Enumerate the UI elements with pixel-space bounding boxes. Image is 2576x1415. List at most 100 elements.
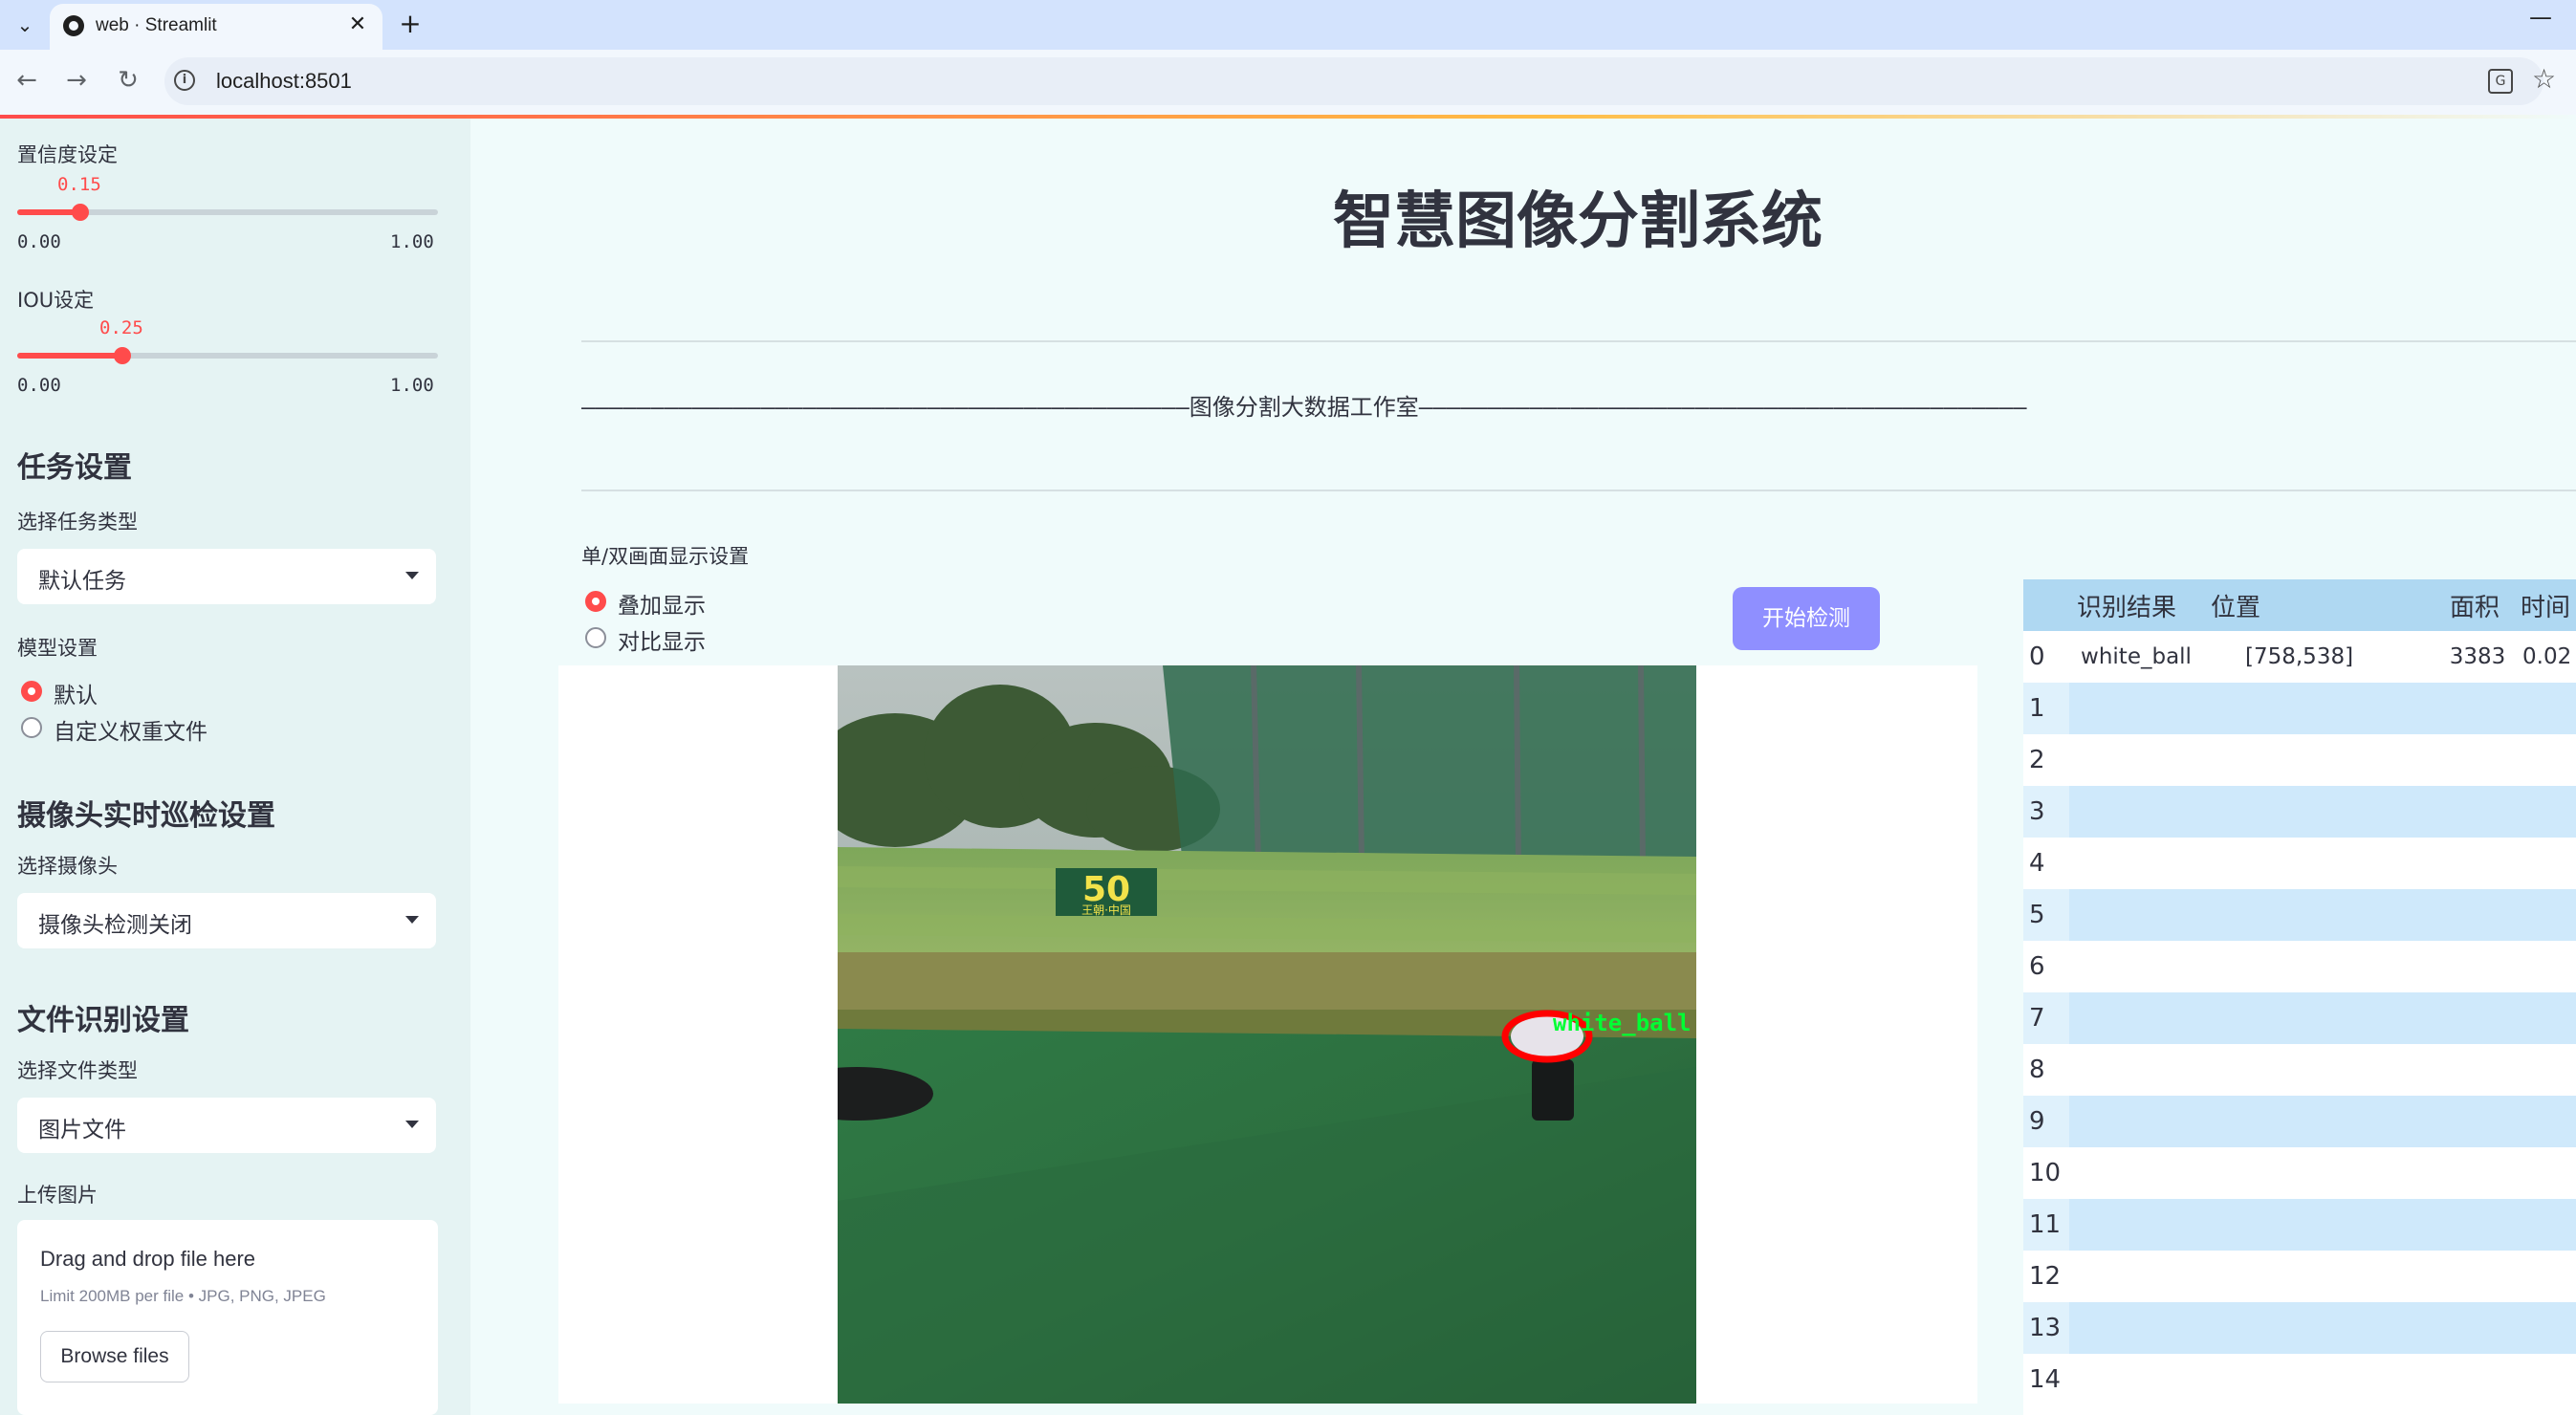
result-area-cell[interactable] <box>2442 941 2513 992</box>
row-index[interactable]: 0 <box>2023 631 2069 683</box>
result-time-cell[interactable] <box>2513 734 2576 786</box>
result-time-cell[interactable] <box>2513 889 2576 941</box>
display-radio-overlay[interactable] <box>585 591 606 612</box>
result-label-cell[interactable] <box>2069 838 2203 889</box>
result-position-cell[interactable] <box>2203 1147 2442 1199</box>
row-index[interactable]: 7 <box>2023 992 2069 1044</box>
result-label-cell[interactable] <box>2069 734 2203 786</box>
result-area-cell[interactable] <box>2442 889 2513 941</box>
result-position-cell[interactable] <box>2203 992 2442 1044</box>
row-index[interactable]: 8 <box>2023 1044 2069 1096</box>
result-area-cell[interactable] <box>2442 786 2513 838</box>
result-area-cell[interactable] <box>2442 1302 2513 1354</box>
column-header[interactable]: 位置 <box>2203 579 2442 631</box>
result-position-cell[interactable] <box>2203 889 2442 941</box>
result-time-cell[interactable] <box>2513 838 2576 889</box>
result-label-cell[interactable] <box>2069 786 2203 838</box>
task-type-select[interactable]: 默认任务 <box>17 549 436 604</box>
table-row[interactable]: 1 <box>2023 683 2576 734</box>
model-radio-custom[interactable] <box>21 717 42 738</box>
result-position-cell[interactable] <box>2203 734 2442 786</box>
result-label-cell[interactable] <box>2069 1199 2203 1251</box>
result-position-cell[interactable] <box>2203 1044 2442 1096</box>
result-area-cell[interactable] <box>2442 992 2513 1044</box>
result-position-cell[interactable] <box>2203 1302 2442 1354</box>
result-position-cell[interactable]: [758,538] <box>2203 631 2442 683</box>
minimize-icon[interactable]: — <box>2524 4 2557 42</box>
result-label-cell[interactable] <box>2069 1302 2203 1354</box>
result-time-cell[interactable] <box>2513 941 2576 992</box>
table-row[interactable]: 7 <box>2023 992 2576 1044</box>
result-area-cell[interactable] <box>2442 734 2513 786</box>
confidence-slider-thumb[interactable] <box>72 204 89 221</box>
result-area-cell[interactable] <box>2442 1251 2513 1302</box>
forward-arrow-icon[interactable]: → <box>57 61 96 99</box>
row-index[interactable]: 12 <box>2023 1251 2069 1302</box>
result-position-cell[interactable] <box>2203 838 2442 889</box>
display-option-compare[interactable]: 对比显示 <box>618 623 706 656</box>
camera-select[interactable]: 摄像头检测关闭 <box>17 893 436 948</box>
row-index[interactable]: 14 <box>2023 1354 2069 1405</box>
table-row[interactable]: 10 <box>2023 1147 2576 1199</box>
result-position-cell[interactable] <box>2203 683 2442 734</box>
reload-icon[interactable]: ↻ <box>109 61 147 99</box>
row-index[interactable]: 13 <box>2023 1302 2069 1354</box>
table-row[interactable]: 14 <box>2023 1354 2576 1405</box>
close-icon[interactable]: ✕ <box>344 11 371 38</box>
table-row[interactable]: 6 <box>2023 941 2576 992</box>
row-index[interactable]: 3 <box>2023 786 2069 838</box>
browse-files-button[interactable]: Browse files <box>40 1331 189 1382</box>
result-position-cell[interactable] <box>2203 786 2442 838</box>
model-radio-default[interactable] <box>21 681 42 702</box>
result-label-cell[interactable] <box>2069 1044 2203 1096</box>
result-label-cell[interactable] <box>2069 992 2203 1044</box>
result-area-cell[interactable] <box>2442 1147 2513 1199</box>
url-text[interactable]: localhost:8501 <box>216 69 352 94</box>
iou-slider-thumb[interactable] <box>114 347 131 364</box>
table-row[interactable]: 4 <box>2023 838 2576 889</box>
file-type-select[interactable]: 图片文件 <box>17 1098 436 1153</box>
model-option-custom[interactable]: 自定义权重文件 <box>54 713 207 746</box>
result-position-cell[interactable] <box>2203 1354 2442 1405</box>
row-index[interactable]: 5 <box>2023 889 2069 941</box>
display-option-overlay[interactable]: 叠加显示 <box>618 587 706 620</box>
model-option-default[interactable]: 默认 <box>54 677 98 709</box>
result-area-cell[interactable] <box>2442 1199 2513 1251</box>
row-index[interactable]: 1 <box>2023 683 2069 734</box>
table-row[interactable]: 9 <box>2023 1096 2576 1147</box>
result-position-cell[interactable] <box>2203 941 2442 992</box>
column-header[interactable]: 时间 <box>2513 579 2576 631</box>
star-icon[interactable]: ☆ <box>2532 63 2556 95</box>
table-row[interactable]: 5 <box>2023 889 2576 941</box>
plus-icon[interactable]: + <box>394 8 426 40</box>
table-row[interactable]: 3 <box>2023 786 2576 838</box>
result-area-cell[interactable] <box>2442 683 2513 734</box>
results-table[interactable]: 识别结果 位置 面积 时间 0 white_ball [758,538] 3383 0.… <box>2023 579 2576 1415</box>
table-row[interactable]: 8 <box>2023 1044 2576 1096</box>
result-area-cell[interactable] <box>2442 1044 2513 1096</box>
result-time-cell[interactable]: 0.02 <box>2513 631 2576 683</box>
result-label-cell[interactable]: white_ball <box>2069 631 2203 683</box>
translate-icon[interactable]: G <box>2488 69 2513 94</box>
result-label-cell[interactable] <box>2069 1251 2203 1302</box>
table-row[interactable]: 11 <box>2023 1199 2576 1251</box>
result-time-cell[interactable] <box>2513 1199 2576 1251</box>
back-arrow-icon[interactable]: ← <box>8 61 46 99</box>
result-area-cell[interactable]: 3383 <box>2442 631 2513 683</box>
row-index[interactable]: 11 <box>2023 1199 2069 1251</box>
result-time-cell[interactable] <box>2513 1147 2576 1199</box>
start-detection-button[interactable]: 开始检测 <box>1733 587 1880 650</box>
address-bar[interactable]: i localhost:8501 <box>164 57 2543 105</box>
row-index[interactable]: 2 <box>2023 734 2069 786</box>
result-time-cell[interactable] <box>2513 1251 2576 1302</box>
result-position-cell[interactable] <box>2203 1096 2442 1147</box>
result-area-cell[interactable] <box>2442 1354 2513 1405</box>
result-time-cell[interactable] <box>2513 992 2576 1044</box>
column-header[interactable]: 面积 <box>2442 579 2513 631</box>
table-row[interactable]: 13 <box>2023 1302 2576 1354</box>
result-time-cell[interactable] <box>2513 1302 2576 1354</box>
result-time-cell[interactable] <box>2513 1354 2576 1405</box>
column-header[interactable]: 识别结果 <box>2069 579 2203 631</box>
result-position-cell[interactable] <box>2203 1199 2442 1251</box>
result-area-cell[interactable] <box>2442 838 2513 889</box>
